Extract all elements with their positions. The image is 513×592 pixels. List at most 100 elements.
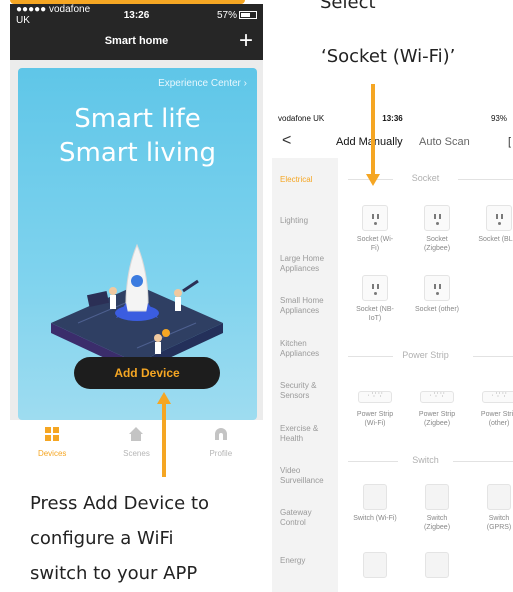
socket-zigbee-label: Socket (Zigbee) bbox=[423, 236, 451, 252]
battery-icon bbox=[238, 10, 257, 19]
category-security-sensors[interactable]: Security & Sensors bbox=[280, 381, 326, 401]
category-large-home-appliances[interactable]: Large Home Appliances bbox=[280, 254, 336, 274]
socket-wifi-item[interactable]: Socket (Wi-Fi) bbox=[353, 205, 397, 253]
power-strip-icon bbox=[358, 391, 392, 403]
section-switch-label: Switch bbox=[412, 455, 439, 465]
switch-icon bbox=[363, 484, 387, 510]
device-type-grid: Socket Socket (Wi-Fi) Socket (Zigbee) So… bbox=[338, 158, 513, 592]
scan-icon[interactable]: [ bbox=[508, 136, 511, 148]
socket-other-item[interactable]: Socket (other) bbox=[415, 275, 459, 314]
tab-profile-label: Profile bbox=[209, 449, 233, 458]
rocket-window bbox=[131, 275, 143, 287]
add-device-nav: < Add Manually Auto Scan [ bbox=[272, 128, 513, 158]
switch-gprs-label: Switch (GPRS) bbox=[486, 515, 512, 531]
socket-icon bbox=[362, 205, 388, 231]
switch-icon bbox=[425, 484, 449, 510]
switch-icon bbox=[425, 552, 449, 578]
switch-wifi-item[interactable]: Switch (Wi-Fi) bbox=[353, 484, 397, 523]
tab-add-manually[interactable]: Add Manually bbox=[336, 136, 403, 148]
battery-status: 57% bbox=[177, 10, 257, 21]
plus-icon[interactable]: + bbox=[239, 28, 253, 54]
carrier-label-2: vodafone UK bbox=[278, 113, 325, 123]
person-3-body bbox=[155, 342, 161, 354]
power-strip-icon bbox=[482, 391, 513, 403]
switch-icon bbox=[363, 552, 387, 578]
category-lighting[interactable]: Lighting bbox=[280, 216, 308, 226]
clock: 13:26 bbox=[123, 9, 150, 21]
socket-nb-iot-label: Socket (NB-IoT) bbox=[356, 306, 394, 322]
power-strip-zigbee-item[interactable]: Power Strip (Zigbee) bbox=[415, 384, 459, 428]
category-small-home-appliances[interactable]: Small Home Appliances bbox=[280, 296, 336, 316]
battery-percent-2: 93% bbox=[490, 113, 507, 123]
person-2-head bbox=[174, 289, 182, 297]
socket-icon bbox=[424, 205, 450, 231]
page-title: Smart home bbox=[104, 35, 169, 47]
carrier-label: ●●●●● vodafone UK bbox=[16, 4, 91, 26]
caption-press-line-1: Press Add Device to bbox=[30, 493, 210, 514]
socket-other-label: Socket (other) bbox=[415, 306, 459, 313]
power-strip-other-item[interactable]: Power Strip (other) bbox=[477, 384, 513, 428]
socket-icon bbox=[486, 205, 512, 231]
socket-icon bbox=[424, 275, 450, 301]
tab-devices[interactable]: Devices bbox=[10, 420, 94, 460]
caption-press-line-2: configure a WiFi bbox=[30, 528, 174, 549]
profile-icon bbox=[214, 428, 227, 440]
socket-nb-iot-item[interactable]: Socket (NB-IoT) bbox=[353, 275, 397, 323]
tab-scenes[interactable]: Scenes bbox=[94, 420, 178, 460]
caption-press-line-3: switch to your APP bbox=[30, 563, 198, 584]
section-power-strip-label: Power Strip bbox=[402, 350, 449, 360]
switch-more-item-2[interactable] bbox=[415, 552, 459, 578]
switch-icon bbox=[487, 484, 511, 510]
category-energy[interactable]: Energy bbox=[280, 556, 305, 566]
socket-wifi-label: Socket (Wi-Fi) bbox=[356, 236, 394, 252]
person-body bbox=[110, 295, 116, 309]
arrow-to-socket-wifi bbox=[371, 84, 375, 176]
tab-auto-scan[interactable]: Auto Scan bbox=[419, 136, 470, 148]
slogan-line-2: Smart living bbox=[59, 138, 216, 168]
rocket-illustration bbox=[51, 243, 223, 373]
category-video-surveillance[interactable]: Video Surveillance bbox=[280, 466, 334, 486]
power-strip-other-label: Power Strip (other) bbox=[480, 411, 513, 427]
category-gateway-control[interactable]: Gateway Control bbox=[280, 508, 326, 528]
section-power-strip: Power Strip bbox=[338, 350, 513, 362]
category-exercise-health[interactable]: Exercise & Health bbox=[280, 424, 326, 444]
tab-scenes-label: Scenes bbox=[123, 449, 150, 458]
category-sidebar: Electrical Lighting Large Home Appliance… bbox=[272, 158, 338, 592]
clock-2: 13:36 bbox=[382, 113, 403, 123]
socket-icon bbox=[362, 275, 388, 301]
arrow-to-socket-wifi-head bbox=[366, 174, 380, 186]
category-electrical[interactable]: Electrical bbox=[280, 175, 312, 185]
slogan-line-1: Smart life bbox=[74, 104, 201, 134]
power-strip-wifi-item[interactable]: Power Strip (Wi-Fi) bbox=[353, 384, 397, 428]
person-3-head bbox=[154, 334, 162, 342]
socket-zigbee-item[interactable]: Socket (Zigbee) bbox=[415, 205, 459, 253]
category-kitchen-appliances[interactable]: Kitchen Appliances bbox=[280, 339, 330, 359]
battery-percent: 57% bbox=[216, 9, 237, 21]
arrow-to-add-device-head bbox=[157, 392, 171, 404]
switch-gprs-item[interactable]: Switch (GPRS) bbox=[477, 484, 513, 532]
caption-select-line-2: ‘Socket (Wi-Fi)’ bbox=[321, 46, 456, 67]
back-icon[interactable]: < bbox=[282, 132, 291, 150]
socket-ble-label: Socket (BLE) bbox=[478, 236, 513, 243]
status-bar: ●●●●● vodafone UK 13:26 57% bbox=[10, 4, 263, 26]
switch-more-item[interactable] bbox=[353, 552, 397, 578]
add-device-button[interactable]: Add Device bbox=[74, 357, 220, 389]
home-icon bbox=[129, 427, 144, 441]
grid-icon bbox=[45, 427, 60, 441]
switch-zigbee-item[interactable]: Switch (Zigbee) bbox=[415, 484, 459, 532]
socket-ble-item[interactable]: Socket (BLE) bbox=[477, 205, 513, 244]
power-strip-wifi-label: Power Strip (Wi-Fi) bbox=[356, 411, 394, 427]
power-strip-zigbee-label: Power Strip (Zigbee) bbox=[418, 411, 456, 427]
section-socket-label: Socket bbox=[411, 173, 440, 183]
tab-profile[interactable]: Profile bbox=[179, 420, 263, 460]
experience-center-link[interactable]: Experience Center › bbox=[158, 78, 247, 89]
tab-devices-label: Devices bbox=[37, 449, 67, 458]
section-switch: Switch bbox=[338, 455, 513, 467]
person-head bbox=[109, 287, 117, 295]
orange-ball bbox=[162, 329, 170, 337]
arrow-to-add-device bbox=[162, 403, 166, 477]
switch-zigbee-label: Switch (Zigbee) bbox=[423, 515, 451, 531]
person-2-body bbox=[175, 297, 181, 311]
telescope bbox=[182, 279, 199, 293]
add-device-screen: vodafone UK 13:36 93% < Add Manually Aut… bbox=[272, 108, 513, 592]
